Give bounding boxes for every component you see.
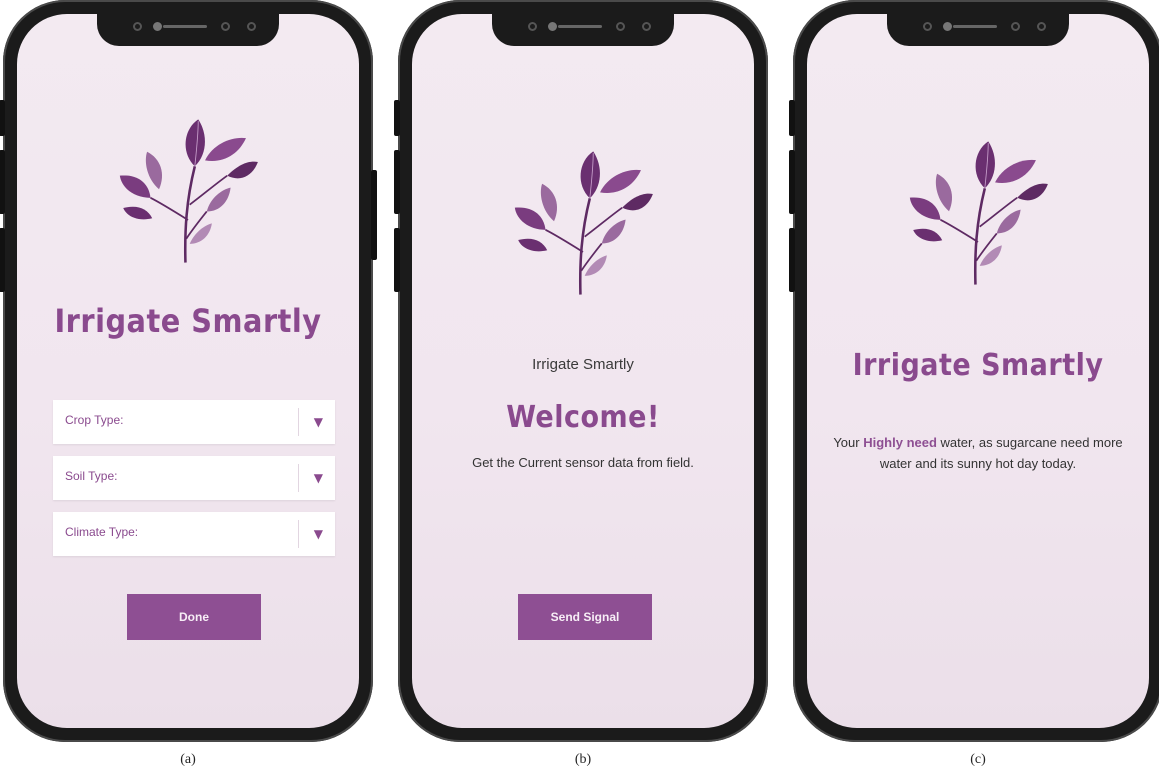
side-button (789, 228, 795, 292)
side-button (394, 150, 400, 214)
advice-prefix: Your (833, 435, 860, 450)
plant-leaves-icon (513, 150, 655, 296)
app-name: Irrigate Smartly (532, 356, 634, 373)
app-title: Irrigate Smartly (54, 302, 322, 340)
phone-frame-a: Irrigate Smartly Crop Type: ▼ Soil Type:… (0, 0, 377, 742)
advice-text: Your Highly need water, as sugarcane nee… (827, 432, 1129, 474)
crop-type-dropdown[interactable]: Crop Type: ▼ (53, 400, 335, 444)
phone-notch (97, 14, 279, 46)
side-button (394, 100, 400, 136)
app-screen-c: Irrigate Smartly Your Highly need water,… (807, 14, 1149, 728)
dropdown-label: Climate Type: (65, 525, 139, 539)
side-button (394, 228, 400, 292)
advice-highlight: Highly need (863, 435, 937, 450)
welcome-heading: Welcome! (506, 400, 660, 435)
triangle-down-icon: ▼ (313, 527, 323, 541)
caption-a: (a) (180, 752, 196, 767)
phone-notch (492, 14, 674, 46)
phone-notch (887, 14, 1069, 46)
triangle-down-icon: ▼ (313, 471, 323, 485)
phone-frame-b: Irrigate Smartly Welcome! Get the Curren… (394, 0, 768, 742)
instruction-text: Get the Current sensor data from field. (472, 455, 694, 470)
triangle-down-icon: ▼ (313, 415, 323, 429)
caption-b: (b) (574, 752, 592, 767)
phone-frame-c: Irrigate Smartly Your Highly need water,… (789, 0, 1159, 742)
plant-leaves-icon (118, 118, 260, 264)
soil-type-dropdown[interactable]: Soil Type: ▼ (53, 456, 335, 500)
app-screen-a: Irrigate Smartly Crop Type: ▼ Soil Type:… (17, 14, 359, 728)
side-button (789, 100, 795, 136)
climate-type-dropdown[interactable]: Climate Type: ▼ (53, 512, 335, 556)
side-button (789, 150, 795, 214)
side-button (0, 100, 5, 136)
app-title: Irrigate Smartly (852, 348, 1104, 383)
side-button (0, 150, 5, 214)
done-button[interactable]: Done (127, 594, 261, 640)
dropdown-label: Crop Type: (65, 413, 124, 427)
caption-c: (c) (970, 752, 986, 767)
send-signal-button[interactable]: Send Signal (518, 594, 652, 640)
side-button (371, 170, 377, 260)
app-screen-b: Irrigate Smartly Welcome! Get the Curren… (412, 14, 754, 728)
dropdown-label: Soil Type: (65, 469, 118, 483)
plant-leaves-icon (908, 140, 1050, 286)
side-button (0, 228, 5, 292)
